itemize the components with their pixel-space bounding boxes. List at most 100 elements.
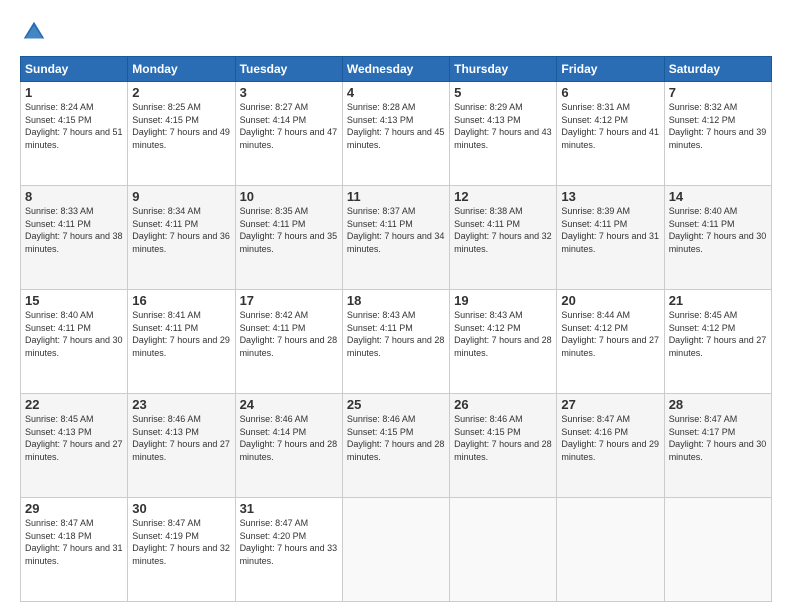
calendar-day-cell: 9 Sunrise: 8:34 AMSunset: 4:11 PMDayligh… <box>128 186 235 290</box>
calendar-week-row: 8 Sunrise: 8:33 AMSunset: 4:11 PMDayligh… <box>21 186 772 290</box>
day-info: Sunrise: 8:46 AMSunset: 4:15 PMDaylight:… <box>347 414 445 462</box>
calendar-day-cell: 15 Sunrise: 8:40 AMSunset: 4:11 PMDaylig… <box>21 290 128 394</box>
day-info: Sunrise: 8:47 AMSunset: 4:20 PMDaylight:… <box>240 518 338 566</box>
calendar-day-cell: 27 Sunrise: 8:47 AMSunset: 4:16 PMDaylig… <box>557 394 664 498</box>
day-number: 12 <box>454 189 552 204</box>
calendar-day-cell <box>557 498 664 602</box>
day-number: 11 <box>347 189 445 204</box>
day-info: Sunrise: 8:41 AMSunset: 4:11 PMDaylight:… <box>132 310 230 358</box>
day-info: Sunrise: 8:34 AMSunset: 4:11 PMDaylight:… <box>132 206 230 254</box>
day-of-week-header: Friday <box>557 57 664 82</box>
calendar-day-cell: 17 Sunrise: 8:42 AMSunset: 4:11 PMDaylig… <box>235 290 342 394</box>
day-number: 23 <box>132 397 230 412</box>
day-of-week-header: Monday <box>128 57 235 82</box>
day-info: Sunrise: 8:27 AMSunset: 4:14 PMDaylight:… <box>240 102 338 150</box>
day-number: 28 <box>669 397 767 412</box>
calendar-day-cell: 14 Sunrise: 8:40 AMSunset: 4:11 PMDaylig… <box>664 186 771 290</box>
calendar-day-cell: 20 Sunrise: 8:44 AMSunset: 4:12 PMDaylig… <box>557 290 664 394</box>
day-number: 10 <box>240 189 338 204</box>
calendar-day-cell: 5 Sunrise: 8:29 AMSunset: 4:13 PMDayligh… <box>450 82 557 186</box>
day-info: Sunrise: 8:24 AMSunset: 4:15 PMDaylight:… <box>25 102 123 150</box>
calendar-day-cell: 16 Sunrise: 8:41 AMSunset: 4:11 PMDaylig… <box>128 290 235 394</box>
day-number: 8 <box>25 189 123 204</box>
day-info: Sunrise: 8:44 AMSunset: 4:12 PMDaylight:… <box>561 310 659 358</box>
day-info: Sunrise: 8:43 AMSunset: 4:12 PMDaylight:… <box>454 310 552 358</box>
calendar-day-cell <box>664 498 771 602</box>
day-info: Sunrise: 8:25 AMSunset: 4:15 PMDaylight:… <box>132 102 230 150</box>
day-number: 17 <box>240 293 338 308</box>
day-info: Sunrise: 8:35 AMSunset: 4:11 PMDaylight:… <box>240 206 338 254</box>
calendar-day-cell: 31 Sunrise: 8:47 AMSunset: 4:20 PMDaylig… <box>235 498 342 602</box>
day-number: 5 <box>454 85 552 100</box>
day-number: 25 <box>347 397 445 412</box>
calendar-day-cell: 10 Sunrise: 8:35 AMSunset: 4:11 PMDaylig… <box>235 186 342 290</box>
calendar-day-cell: 26 Sunrise: 8:46 AMSunset: 4:15 PMDaylig… <box>450 394 557 498</box>
day-info: Sunrise: 8:32 AMSunset: 4:12 PMDaylight:… <box>669 102 767 150</box>
day-number: 24 <box>240 397 338 412</box>
day-info: Sunrise: 8:37 AMSunset: 4:11 PMDaylight:… <box>347 206 445 254</box>
day-number: 9 <box>132 189 230 204</box>
calendar-day-cell: 6 Sunrise: 8:31 AMSunset: 4:12 PMDayligh… <box>557 82 664 186</box>
calendar-week-row: 22 Sunrise: 8:45 AMSunset: 4:13 PMDaylig… <box>21 394 772 498</box>
calendar-day-cell: 4 Sunrise: 8:28 AMSunset: 4:13 PMDayligh… <box>342 82 449 186</box>
calendar-day-cell: 1 Sunrise: 8:24 AMSunset: 4:15 PMDayligh… <box>21 82 128 186</box>
calendar-day-cell: 22 Sunrise: 8:45 AMSunset: 4:13 PMDaylig… <box>21 394 128 498</box>
day-number: 1 <box>25 85 123 100</box>
calendar-day-cell <box>450 498 557 602</box>
header <box>20 18 772 46</box>
calendar-day-cell: 13 Sunrise: 8:39 AMSunset: 4:11 PMDaylig… <box>557 186 664 290</box>
day-info: Sunrise: 8:46 AMSunset: 4:13 PMDaylight:… <box>132 414 230 462</box>
calendar-day-cell: 21 Sunrise: 8:45 AMSunset: 4:12 PMDaylig… <box>664 290 771 394</box>
day-info: Sunrise: 8:45 AMSunset: 4:12 PMDaylight:… <box>669 310 767 358</box>
calendar-day-cell: 23 Sunrise: 8:46 AMSunset: 4:13 PMDaylig… <box>128 394 235 498</box>
day-number: 3 <box>240 85 338 100</box>
day-info: Sunrise: 8:28 AMSunset: 4:13 PMDaylight:… <box>347 102 445 150</box>
day-number: 20 <box>561 293 659 308</box>
day-of-week-header: Saturday <box>664 57 771 82</box>
day-number: 7 <box>669 85 767 100</box>
day-info: Sunrise: 8:40 AMSunset: 4:11 PMDaylight:… <box>669 206 767 254</box>
day-number: 2 <box>132 85 230 100</box>
day-number: 22 <box>25 397 123 412</box>
day-number: 31 <box>240 501 338 516</box>
logo <box>20 18 52 46</box>
day-number: 21 <box>669 293 767 308</box>
day-info: Sunrise: 8:47 AMSunset: 4:17 PMDaylight:… <box>669 414 767 462</box>
day-of-week-header: Sunday <box>21 57 128 82</box>
calendar-day-cell: 7 Sunrise: 8:32 AMSunset: 4:12 PMDayligh… <box>664 82 771 186</box>
day-number: 19 <box>454 293 552 308</box>
day-info: Sunrise: 8:43 AMSunset: 4:11 PMDaylight:… <box>347 310 445 358</box>
day-info: Sunrise: 8:39 AMSunset: 4:11 PMDaylight:… <box>561 206 659 254</box>
day-number: 13 <box>561 189 659 204</box>
day-number: 30 <box>132 501 230 516</box>
calendar-table: SundayMondayTuesdayWednesdayThursdayFrid… <box>20 56 772 602</box>
calendar-day-cell: 30 Sunrise: 8:47 AMSunset: 4:19 PMDaylig… <box>128 498 235 602</box>
day-info: Sunrise: 8:38 AMSunset: 4:11 PMDaylight:… <box>454 206 552 254</box>
page: SundayMondayTuesdayWednesdayThursdayFrid… <box>0 0 792 612</box>
calendar-day-cell: 11 Sunrise: 8:37 AMSunset: 4:11 PMDaylig… <box>342 186 449 290</box>
day-info: Sunrise: 8:31 AMSunset: 4:12 PMDaylight:… <box>561 102 659 150</box>
calendar-day-cell: 2 Sunrise: 8:25 AMSunset: 4:15 PMDayligh… <box>128 82 235 186</box>
day-number: 15 <box>25 293 123 308</box>
general-blue-logo-icon <box>20 18 48 46</box>
day-info: Sunrise: 8:29 AMSunset: 4:13 PMDaylight:… <box>454 102 552 150</box>
day-of-week-header: Thursday <box>450 57 557 82</box>
day-info: Sunrise: 8:45 AMSunset: 4:13 PMDaylight:… <box>25 414 123 462</box>
day-number: 4 <box>347 85 445 100</box>
day-of-week-header: Tuesday <box>235 57 342 82</box>
day-info: Sunrise: 8:46 AMSunset: 4:15 PMDaylight:… <box>454 414 552 462</box>
calendar-day-cell: 18 Sunrise: 8:43 AMSunset: 4:11 PMDaylig… <box>342 290 449 394</box>
day-info: Sunrise: 8:47 AMSunset: 4:18 PMDaylight:… <box>25 518 123 566</box>
day-info: Sunrise: 8:40 AMSunset: 4:11 PMDaylight:… <box>25 310 123 358</box>
day-number: 6 <box>561 85 659 100</box>
day-info: Sunrise: 8:47 AMSunset: 4:19 PMDaylight:… <box>132 518 230 566</box>
day-number: 27 <box>561 397 659 412</box>
day-number: 16 <box>132 293 230 308</box>
calendar-day-cell: 12 Sunrise: 8:38 AMSunset: 4:11 PMDaylig… <box>450 186 557 290</box>
calendar-day-cell: 3 Sunrise: 8:27 AMSunset: 4:14 PMDayligh… <box>235 82 342 186</box>
day-info: Sunrise: 8:33 AMSunset: 4:11 PMDaylight:… <box>25 206 123 254</box>
day-number: 29 <box>25 501 123 516</box>
calendar-week-row: 1 Sunrise: 8:24 AMSunset: 4:15 PMDayligh… <box>21 82 772 186</box>
day-number: 14 <box>669 189 767 204</box>
day-of-week-header: Wednesday <box>342 57 449 82</box>
